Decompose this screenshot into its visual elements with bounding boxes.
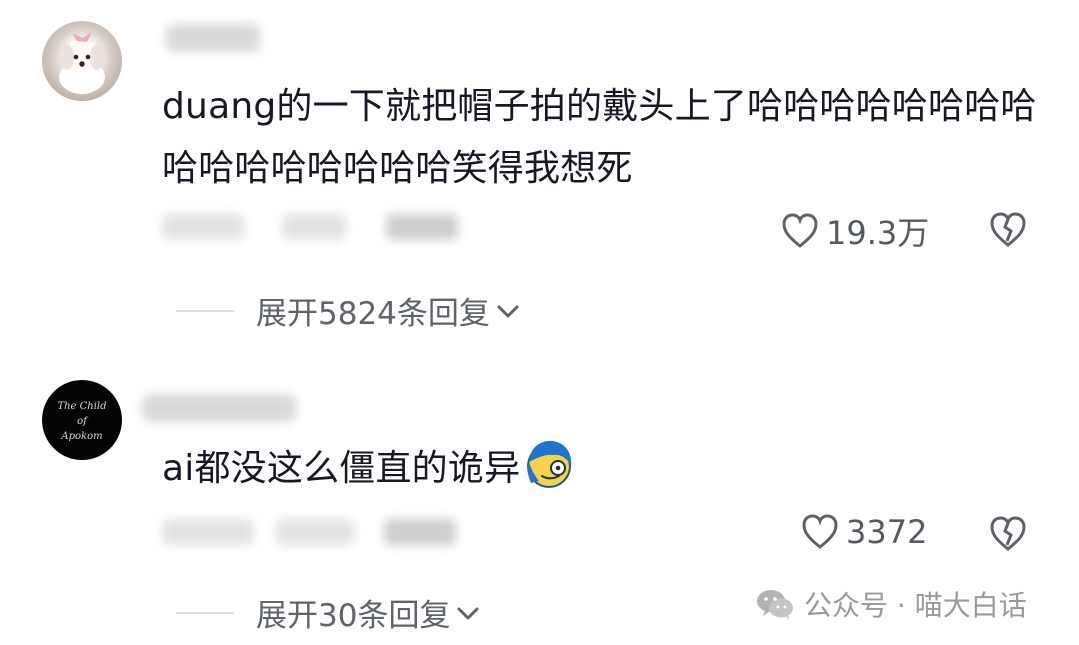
expand-replies-button[interactable]: 展开30条回复 bbox=[176, 590, 482, 635]
reply-button-blurred[interactable] bbox=[384, 519, 456, 545]
expand-replies-label: 展开30条回复 bbox=[256, 598, 451, 634]
avatar-text-line-3: Apokom bbox=[61, 431, 103, 442]
user-avatar[interactable]: The Child of Apokom bbox=[42, 380, 122, 460]
comment-text-content: ai都没这么僵直的诡异 bbox=[162, 448, 521, 489]
wechat-watermark: 公众号 · 喵大白话 bbox=[754, 584, 1027, 624]
watermark-text: 公众号 · 喵大白话 bbox=[804, 589, 1027, 622]
expand-divider bbox=[176, 611, 234, 614]
username-blurred[interactable] bbox=[166, 24, 260, 52]
like-count: 19.3万 bbox=[826, 214, 930, 252]
expand-replies-button[interactable]: 展开5824条回复 bbox=[176, 288, 522, 333]
like-button[interactable]: 3372 bbox=[800, 512, 927, 552]
heart-icon bbox=[782, 213, 818, 248]
user-avatar[interactable] bbox=[42, 21, 122, 101]
dog-avatar-icon bbox=[59, 32, 105, 94]
expand-divider bbox=[176, 309, 234, 312]
chevron-down-icon bbox=[497, 305, 519, 317]
wechat-icon bbox=[757, 590, 793, 620]
expand-replies-label: 展开5824条回复 bbox=[256, 296, 490, 332]
comment-location-blurred bbox=[282, 214, 346, 240]
comment-date-blurred bbox=[162, 214, 244, 240]
chevron-down-icon bbox=[457, 607, 479, 619]
comment-date-blurred bbox=[162, 519, 254, 545]
broken-heart-icon[interactable] bbox=[988, 210, 1028, 250]
like-count: 3372 bbox=[846, 513, 928, 551]
heart-icon bbox=[802, 514, 838, 549]
reply-button-blurred[interactable] bbox=[386, 214, 458, 240]
comment-text: duang的一下就把帽子拍的戴头上了哈哈哈哈哈哈哈哈哈哈哈哈哈哈哈哈笑得我想死 bbox=[162, 86, 1037, 189]
like-button[interactable]: 19.3万 bbox=[780, 208, 929, 254]
comment-location-blurred bbox=[276, 519, 354, 545]
broken-heart-icon[interactable] bbox=[988, 514, 1028, 554]
avatar-text-line-1: The Child bbox=[57, 401, 107, 412]
comment-text: ai都没这么僵直的诡异 bbox=[162, 437, 1042, 500]
blue-hair-character-emoji-icon bbox=[527, 440, 572, 488]
username-blurred[interactable] bbox=[142, 394, 296, 422]
avatar-text-line-2: of bbox=[77, 416, 87, 427]
